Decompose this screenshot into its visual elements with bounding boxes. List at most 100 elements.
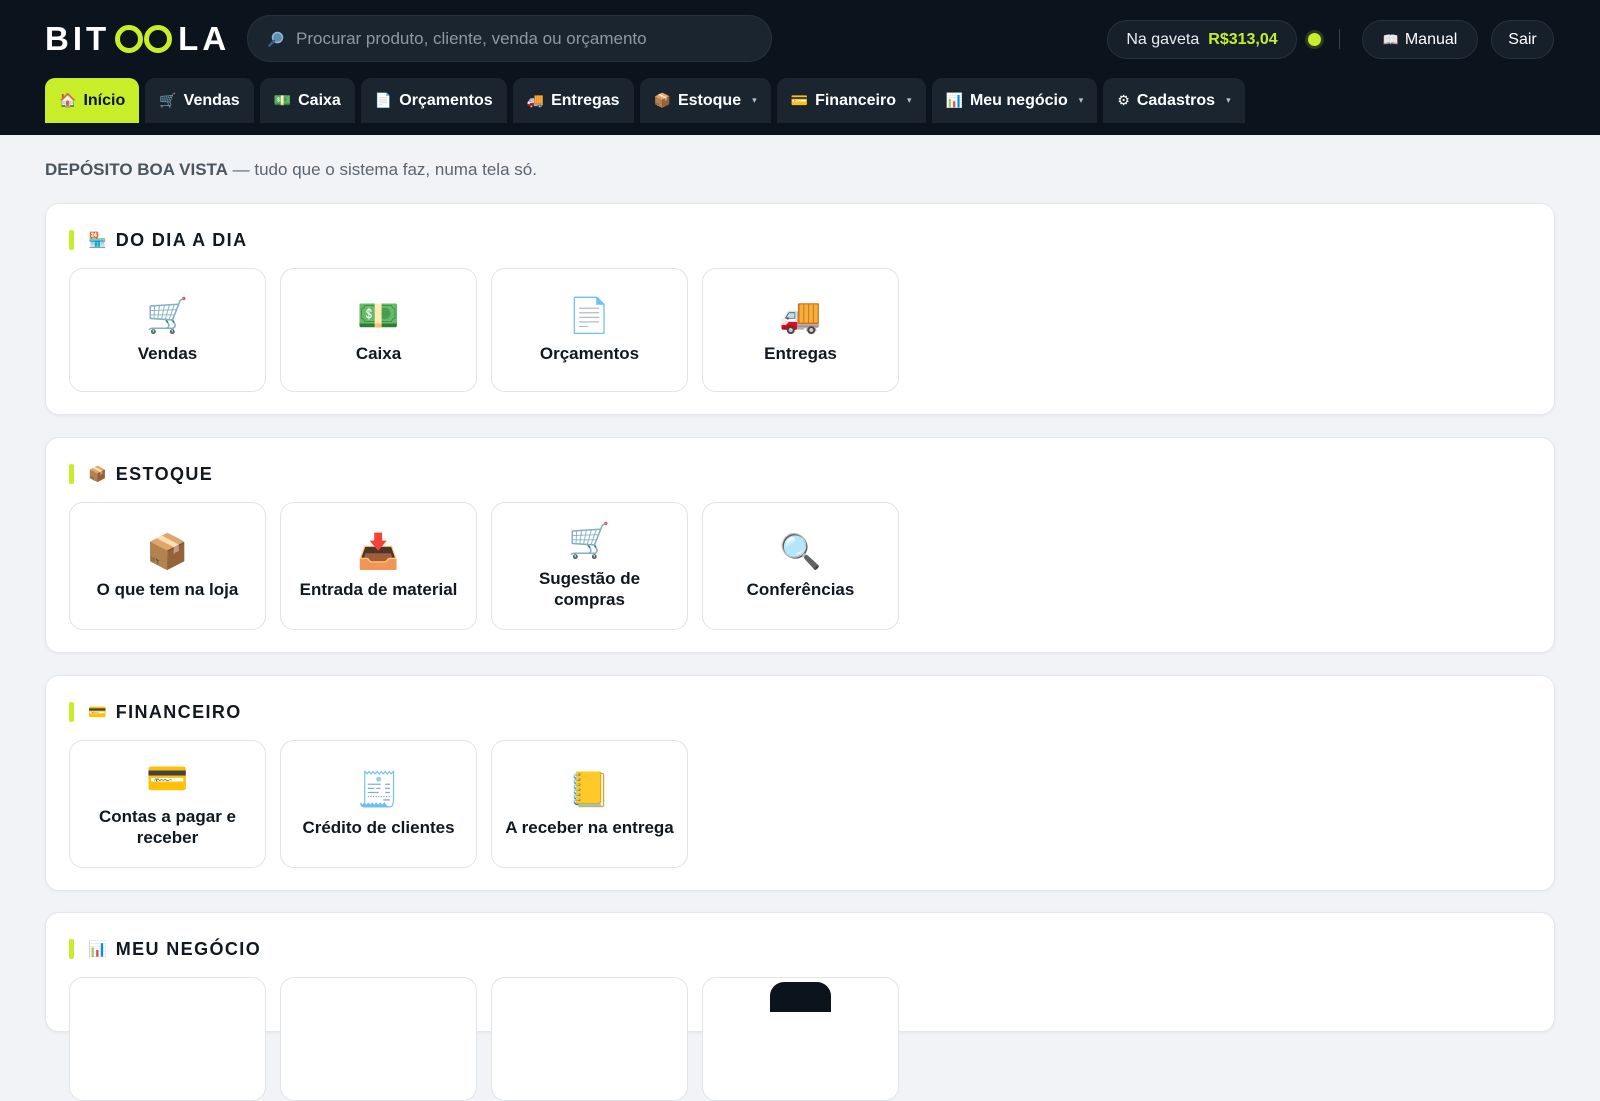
card-credito-de-clientes[interactable]: 🧾 Crédito de clientes	[280, 740, 477, 868]
page-subtitle: DEPÓSITO BOA VISTA — tudo que o sistema …	[45, 160, 537, 180]
card-placeholder[interactable]	[491, 977, 688, 1101]
tab-label: Estoque	[677, 91, 742, 109]
tab-label: Cadastros	[1136, 91, 1216, 109]
dark-card-tab	[770, 982, 831, 1012]
cart-icon: 🛒	[159, 92, 177, 108]
tab-orcamentos[interactable]: 📄 Orçamentos	[360, 78, 507, 123]
package-icon: 📦	[146, 532, 189, 571]
card-label: Entrada de material	[299, 579, 458, 599]
tab-entregas[interactable]: 🚚 Entregas	[512, 78, 634, 123]
card-placeholder[interactable]	[280, 977, 477, 1101]
card-o-que-tem-na-loja[interactable]: 📦 O que tem na loja	[69, 502, 266, 630]
tab-financeiro[interactable]: 💳 Financeiro ▾	[776, 78, 926, 123]
truck-icon: 🚚	[526, 92, 545, 108]
card-entrada-de-material[interactable]: 📥 Entrada de material	[280, 502, 477, 630]
tab-cadastros[interactable]: ⚙ Cadastros ▾	[1103, 78, 1245, 123]
card-conferencias[interactable]: 🔍 Conferências	[702, 502, 899, 630]
card-a-receber-na-entrega[interactable]: 📒 A receber na entrega	[491, 740, 688, 868]
package-icon: 📦	[653, 92, 671, 108]
bitoola-logo[interactable]: BIT LA	[45, 20, 231, 57]
section-title-text: DO DIA A DIA	[115, 229, 248, 250]
tab-vendas[interactable]: 🛒 Vendas	[145, 78, 254, 123]
accent-bar	[69, 702, 74, 722]
cash-drawer-indicator[interactable]: Na gaveta R$313,04	[1107, 20, 1297, 59]
card-entregas[interactable]: 🚚 Entregas	[702, 268, 899, 392]
top-bar: BIT LA Na gaveta R$313,04 📖 Manual Sair …	[0, 0, 1600, 135]
tab-label: Entregas	[551, 91, 620, 109]
section-title: 📦 ESTOQUE	[69, 464, 213, 484]
manual-button-label: Manual	[1404, 30, 1458, 48]
section-title: 💳 FINANCEIRO	[69, 702, 242, 722]
store-name: DEPÓSITO BOA VISTA	[45, 160, 228, 179]
accent-bar	[69, 939, 74, 959]
money-icon: 💵	[273, 92, 292, 108]
bar-chart-icon: 📊	[88, 941, 107, 958]
logo-text-right: LA	[178, 20, 231, 57]
credit-card-icon: 💳	[88, 704, 107, 721]
card-label: Conferências	[746, 579, 855, 599]
drawer-label: Na gaveta	[1126, 30, 1200, 48]
truck-icon: 🚚	[779, 296, 822, 335]
card-label: Entregas	[764, 343, 837, 363]
tab-label: Caixa	[298, 91, 341, 109]
card-contas-a-pagar-e-receber[interactable]: 💳 Contas a pagar e receber	[69, 740, 266, 868]
chevron-down-icon: ▾	[1078, 95, 1084, 105]
tab-label: Início	[83, 91, 126, 109]
subtitle-text: — tudo que o sistema faz, numa tela só.	[227, 160, 537, 179]
accent-bar	[69, 230, 74, 250]
section-title: 🏪 DO DIA A DIA	[69, 230, 247, 250]
section-title-text: MEU NEGÓCIO	[115, 938, 262, 959]
tab-inicio[interactable]: 🏠 Início	[45, 78, 140, 123]
card-label: Contas a pagar e receber	[99, 807, 236, 847]
section-meu-negocio: 📊 MEU NEGÓCIO	[45, 912, 1555, 1101]
card-grid: 💳 Contas a pagar e receber 🧾 Crédito de …	[69, 740, 688, 868]
receipt-icon: 🧾	[357, 770, 400, 809]
cart-icon: 🛒	[146, 296, 189, 335]
cart-icon: 🛒	[568, 522, 611, 560]
card-label: Vendas	[137, 343, 198, 363]
card-sugestao-de-compras[interactable]: 🛒 Sugestão de compras	[491, 502, 688, 630]
tab-label: Orçamentos	[399, 91, 493, 109]
section-title: 📊 MEU NEGÓCIO	[69, 939, 261, 959]
tab-estoque[interactable]: 📦 Estoque ▾	[639, 78, 771, 123]
search-icon	[268, 31, 284, 47]
tab-meu-negocio[interactable]: 📊 Meu negócio ▾	[931, 78, 1098, 123]
credit-card-icon: 💳	[146, 760, 189, 798]
card-orcamentos[interactable]: 📄 Orçamentos	[491, 268, 688, 392]
card-grid: 📦 O que tem na loja 📥 Entrada de materia…	[69, 502, 899, 630]
card-grid: 🛒 Vendas 💵 Caixa 📄 Orçamentos 🚚 Entregas	[69, 268, 899, 392]
money-icon: 💵	[357, 296, 400, 335]
inbox-tray-icon: 📥	[357, 532, 400, 571]
home-icon: 🏠	[59, 92, 77, 108]
credit-card-icon: 💳	[790, 92, 809, 108]
book-icon: 📖	[1382, 31, 1399, 47]
section-title-text: ESTOQUE	[115, 463, 214, 484]
search-input[interactable]	[296, 28, 746, 49]
logout-button[interactable]: Sair	[1491, 20, 1554, 59]
ledger-icon: 📒	[568, 770, 611, 809]
tab-label: Vendas	[183, 91, 240, 109]
section-title-text: FINANCEIRO	[115, 701, 242, 722]
section-dia-a-dia: 🏪 DO DIA A DIA 🛒 Vendas 💵 Caixa 📄 Orçame…	[45, 203, 1555, 415]
card-label: O que tem na loja	[96, 579, 239, 599]
drawer-amount: R$313,04	[1208, 30, 1278, 48]
tab-label: Meu negócio	[969, 91, 1068, 109]
card-placeholder[interactable]	[69, 977, 266, 1101]
document-icon: 📄	[568, 296, 611, 335]
magnifier-icon: 🔍	[779, 532, 822, 571]
global-search[interactable]	[247, 15, 772, 62]
bar-chart-icon: 📊	[945, 92, 963, 108]
logo-text-left: BIT	[45, 20, 111, 57]
package-icon: 📦	[88, 466, 107, 483]
main-nav-tabs: 🏠 Início 🛒 Vendas 💵 Caixa 📄 Orçamentos 🚚…	[45, 78, 1245, 123]
card-caixa[interactable]: 💵 Caixa	[280, 268, 477, 392]
card-label: Caixa	[355, 343, 402, 363]
accent-bar	[69, 464, 74, 484]
tab-caixa[interactable]: 💵 Caixa	[259, 78, 355, 123]
card-vendas[interactable]: 🛒 Vendas	[69, 268, 266, 392]
chevron-down-icon: ▾	[906, 95, 912, 105]
manual-button[interactable]: 📖 Manual	[1362, 20, 1478, 59]
header-divider	[1339, 29, 1340, 49]
gear-icon: ⚙	[1117, 92, 1130, 108]
chevron-down-icon: ▾	[752, 95, 757, 105]
